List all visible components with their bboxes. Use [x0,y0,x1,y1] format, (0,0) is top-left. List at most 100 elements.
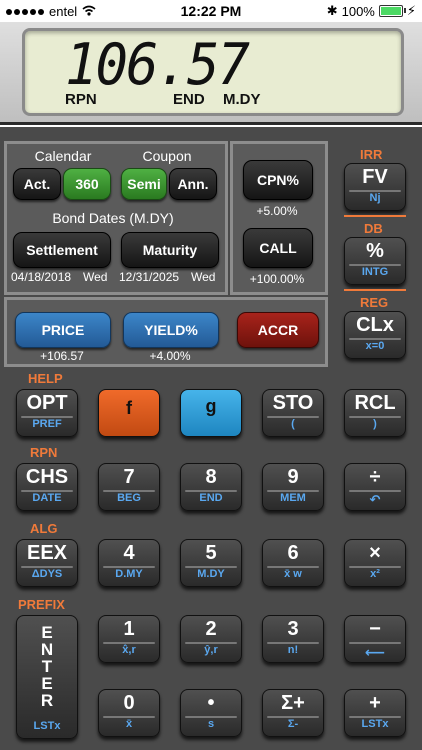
coupon-label: Coupon [142,148,192,164]
key-label: 7 [123,466,135,488]
yield-button[interactable]: YIELD% [123,312,219,348]
minus-key[interactable]: − ⟵ [344,615,406,663]
key-label: 9 [287,466,299,488]
key-label: f [126,398,132,418]
bluetooth-icon: ✱ [326,3,338,18]
semi-button[interactable]: Semi [121,168,167,200]
battery-icon [378,5,406,17]
key-7[interactable]: 7 BEG [98,463,160,511]
key-label: − [369,618,381,640]
divider [344,289,406,291]
sigma-plus-key[interactable]: Σ+ Σ- [262,689,324,737]
key-4[interactable]: 4 D.MY [98,539,160,587]
cpn-value: +5.00% [256,204,298,218]
opt-key[interactable]: OPT PREF [16,389,78,437]
key-sublabel: x̄ w [284,568,302,580]
indicator-rpn: RPN [65,91,97,108]
ann-button[interactable]: Ann. [169,168,217,200]
accr-button[interactable]: ACCR [237,312,319,348]
360-button[interactable]: 360 [63,168,111,200]
key-label: × [369,542,381,564]
db-label: DB [364,221,383,236]
rcl-key[interactable]: RCL) [344,389,406,437]
bond-dates-panel: Calendar Coupon Act. 360 Semi Ann. Bond … [4,141,228,295]
backspace-icon: ⟵ [364,644,386,660]
coupon-call-panel: CPN% +5.00% CALL +100.00% [230,141,328,295]
key-label: • [207,692,215,714]
key-sublabel: ) [373,418,377,430]
f-key[interactable]: f [98,389,160,437]
percent-key-label: % [366,240,384,262]
key-label: EEX [26,542,68,564]
settlement-button[interactable]: Settlement [13,232,111,268]
price-value: +106.57 [40,349,84,363]
charging-icon: ⚡ [406,3,416,18]
key-label: OPT [26,392,68,414]
key-label: 3 [287,618,299,640]
display-value: 106.57 [65,31,250,98]
decimal-key[interactable]: • s [180,689,242,737]
key-label: 2 [205,618,217,640]
price-button[interactable]: PRICE [15,312,111,348]
multiply-key[interactable]: × x² [344,539,406,587]
key-8[interactable]: 8 END [180,463,242,511]
g-key[interactable]: g [180,389,242,437]
key-label: 6 [287,542,299,564]
key-label: 1 [123,618,135,640]
clx-key-label: CLx [356,314,394,336]
fv-key[interactable]: FV Nj [344,163,406,211]
status-bar: entel 12:22 PM ✱ 100% ⚡ [0,0,422,22]
settlement-day: Wed [83,270,108,284]
key-sublabel: BEG [117,492,141,504]
key-sublabel: x̄ [125,718,133,730]
key-6[interactable]: 6 x̄ w [262,539,324,587]
key-label: Σ+ [281,692,305,714]
key-sublabel: M.DY [197,568,225,580]
maturity-button[interactable]: Maturity [121,232,219,268]
key-sublabel: Σ- [287,718,299,730]
key-sublabel: D.MY [115,568,143,580]
prefix-label: PREFIX [18,597,65,612]
plus-key[interactable]: + LSTx [344,689,406,737]
settlement-date: 04/18/2018 [11,270,72,284]
indicator-mdy: M.DY [223,91,261,108]
maturity-day: Wed [191,270,216,284]
key-label: 5 [205,542,217,564]
clx-key[interactable]: CLx x=0 [344,311,406,359]
divide-key[interactable]: ÷ ↶ [344,463,406,511]
enter-key-label: ENTER [40,623,54,710]
key-sublabel: n! [287,644,299,656]
key-label: 4 [123,542,135,564]
status-right: ✱ 100% ⚡ [327,3,416,19]
key-0[interactable]: 0 x̄ [98,689,160,737]
clx-key-sublabel: x=0 [365,340,385,352]
sto-key[interactable]: STO ( [262,389,324,437]
key-5[interactable]: 5 M.DY [180,539,242,587]
enter-key[interactable]: ENTER LSTx [16,615,78,739]
key-sublabel: LSTx [33,720,61,732]
percent-key-sublabel: INTG [361,266,389,278]
key-sublabel: ΔDYS [31,568,63,580]
key-2[interactable]: 2 ŷ,r [180,615,242,663]
percent-key[interactable]: % INTG [344,237,406,285]
key-sublabel: END [199,492,223,504]
help-label: HELP [28,371,63,386]
key-label: g [205,396,217,416]
key-1[interactable]: 1 x̂,r [98,615,160,663]
key-label: ÷ [369,466,381,488]
key-3[interactable]: 3 n! [262,615,324,663]
eex-key[interactable]: EEX ΔDYS [16,539,78,587]
chs-key[interactable]: CHS DATE [16,463,78,511]
call-value: +100.00% [249,272,305,286]
key-9[interactable]: 9 MEM [262,463,324,511]
key-label: + [369,692,381,714]
key-sublabel: x² [370,568,380,580]
indicator-end: END [173,91,205,108]
fv-key-sublabel: Nj [369,192,381,204]
cpn-percent-button[interactable]: CPN% [243,160,313,200]
alg-label: ALG [30,521,58,536]
display-frame: 106.57 RPN END M.DY [0,22,422,125]
act-button[interactable]: Act. [13,168,61,200]
calendar-label: Calendar [34,148,92,164]
call-button[interactable]: CALL [243,228,313,268]
